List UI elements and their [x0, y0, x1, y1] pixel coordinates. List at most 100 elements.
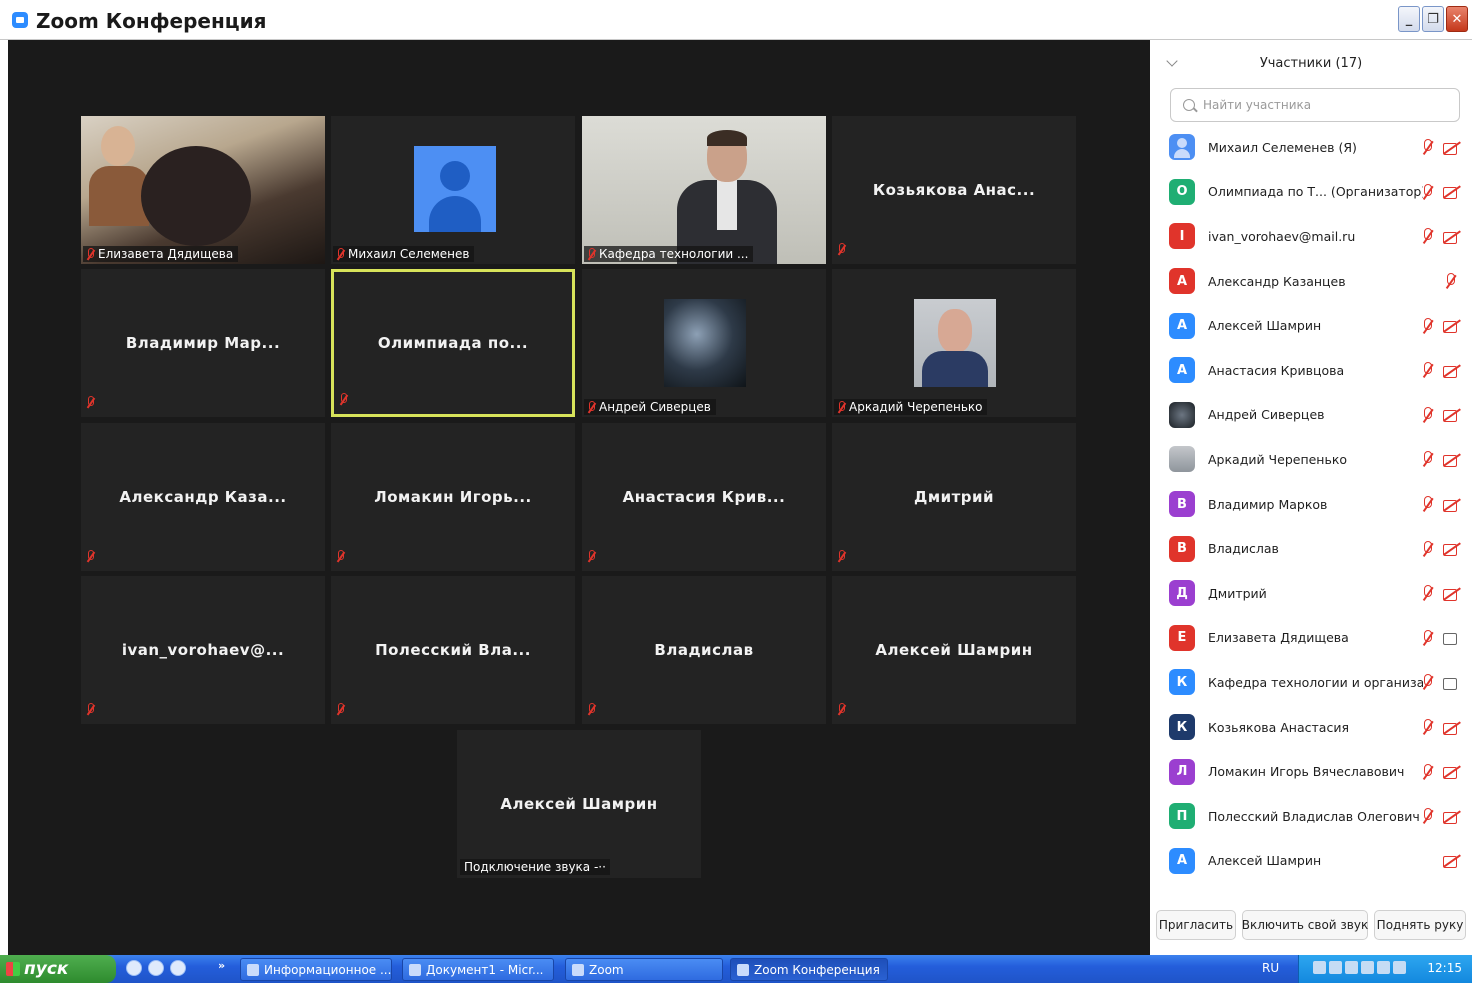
participant-row[interactable]: Д Дмитрий [1150, 571, 1472, 616]
taskbar-window-button[interactable]: Zoom Конференция [730, 958, 888, 981]
muted-mic-icon[interactable] [1420, 139, 1434, 155]
muted-mic-icon[interactable] [1420, 451, 1434, 467]
video-tile[interactable]: Елизавета Дядищева [81, 116, 325, 264]
participant-row[interactable]: О Олимпиада по Т... (Организатор) [1150, 170, 1472, 215]
camera-off-icon[interactable] [1443, 498, 1461, 512]
camera-off-icon[interactable] [1443, 721, 1461, 735]
camera-off-icon[interactable] [1443, 542, 1461, 557]
participant-name: Владимир Марков [1208, 496, 1328, 512]
camera-off-icon[interactable] [1443, 319, 1461, 334]
camera-icon[interactable] [1443, 676, 1461, 690]
participant-row[interactable]: Iivan_vorohaev@mail.ru [1150, 214, 1472, 259]
participant-row[interactable]: К Козьякова Анастасия [1150, 705, 1472, 750]
muted-mic-icon[interactable] [1420, 674, 1434, 690]
muted-mic-icon[interactable] [1420, 496, 1434, 512]
zoom-tray-icon[interactable] [1313, 961, 1326, 974]
browser-icon[interactable] [126, 960, 142, 976]
video-tile[interactable]: Аркадий Черепенько [832, 269, 1076, 417]
camera-off-icon[interactable] [1443, 408, 1461, 423]
camera-off-icon[interactable] [1443, 854, 1461, 869]
muted-mic-icon[interactable] [1420, 629, 1434, 646]
participant-search[interactable] [1170, 88, 1460, 122]
participant-row[interactable]: А Александр Казанцев [1150, 259, 1472, 304]
video-tile[interactable]: Кафедра технологии ... [582, 116, 826, 264]
video-tile[interactable]: Полесский Вла... [331, 576, 575, 724]
participant-row[interactable]: Андрей Сиверцев [1150, 393, 1472, 438]
muted-mic-icon[interactable] [1420, 719, 1434, 735]
close-button[interactable]: ✕ [1446, 6, 1468, 32]
camera-off-icon[interactable] [1443, 453, 1461, 467]
participant-name: Кафедра технологии и организа... [1208, 674, 1423, 690]
participant-row[interactable]: Михаил Селеменев (Я) [1150, 125, 1472, 170]
video-tile[interactable]: Анастасия Крив... [582, 423, 826, 571]
default-avatar-icon [414, 146, 496, 232]
video-tile[interactable]: Дмитрий [832, 423, 1076, 571]
participant-row[interactable]: Л Ломакин Игорь Вячеславович [1150, 749, 1472, 794]
camera-off-icon[interactable] [1443, 587, 1461, 601]
camera-off-icon[interactable] [1443, 230, 1461, 244]
muted-mic-icon[interactable] [1443, 273, 1457, 289]
camera-off-icon[interactable] [1443, 364, 1461, 378]
antivirus-icon[interactable] [1361, 961, 1374, 974]
video-tile[interactable]: Олимпиада по... [331, 269, 575, 417]
camera-icon[interactable] [1443, 631, 1461, 646]
muted-mic-icon[interactable] [1420, 585, 1434, 601]
search-input[interactable] [1201, 97, 1441, 113]
window-icon [572, 963, 584, 976]
raise-hand-button[interactable]: Поднять руку [1374, 910, 1466, 940]
video-tile[interactable]: Владислав [582, 576, 826, 724]
invite-button[interactable]: Пригласить [1156, 910, 1236, 940]
quick-launch-chevron[interactable]: » [218, 959, 225, 972]
tray-icons [1313, 961, 1406, 974]
media-icon[interactable] [148, 960, 164, 976]
participant-row[interactable]: В Владимир Марков [1150, 482, 1472, 527]
taskbar-window-button[interactable]: Zoom [565, 958, 723, 981]
language-indicator[interactable]: RU [1262, 961, 1279, 975]
participant-row[interactable]: Аркадий Черепенько [1150, 437, 1472, 482]
video-tile[interactable]: Андрей Сиверцев [582, 269, 826, 417]
participant-row[interactable]: П Полесский Владислав Олегович [1150, 794, 1472, 839]
muted-mic-icon[interactable] [1420, 540, 1434, 557]
taskbar-window-button[interactable]: Документ1 - Micr... [402, 958, 554, 981]
video-tile[interactable]: Михаил Селеменев [331, 116, 575, 264]
video-tile[interactable]: Ломакин Игорь... [331, 423, 575, 571]
participant-row[interactable]: А Алексей Шамрин [1150, 839, 1472, 884]
muted-mic-icon[interactable] [1420, 406, 1434, 423]
muted-mic-icon[interactable] [1420, 228, 1434, 244]
update-icon[interactable] [1393, 961, 1406, 974]
chrome-icon[interactable] [170, 960, 186, 976]
tile-name: ivan_vorohaev@... [121, 641, 285, 659]
tile-name: Александр Каза... [119, 488, 287, 506]
camera-off-icon[interactable] [1443, 765, 1461, 780]
video-tile[interactable]: Алексей Шамрин Подключение звука -·· [457, 730, 701, 878]
video-tile[interactable]: ivan_vorohaev@... [81, 576, 325, 724]
muted-mic-icon[interactable] [1420, 317, 1434, 334]
muted-mic-icon [586, 548, 596, 567]
tile-name-label: Елизавета Дядищева [83, 246, 239, 262]
participant-row[interactable]: А Анастасия Кривцова [1150, 348, 1472, 393]
camera-off-icon[interactable] [1443, 810, 1461, 824]
video-tile[interactable]: Козьякова Анас... [832, 116, 1076, 264]
start-label: пуск [24, 959, 69, 979]
volume-icon[interactable] [1345, 961, 1358, 974]
muted-mic-icon[interactable] [1420, 763, 1434, 780]
network-icon[interactable] [1329, 961, 1342, 974]
participant-row[interactable]: В Владислав [1150, 526, 1472, 571]
start-button[interactable]: пуск [0, 955, 116, 983]
video-tile[interactable]: Александр Каза... [81, 423, 325, 571]
taskbar-window-button[interactable]: Информационное ... [240, 958, 392, 981]
security-icon[interactable] [1377, 961, 1390, 974]
muted-mic-icon[interactable] [1420, 362, 1434, 378]
muted-mic-icon[interactable] [1420, 808, 1434, 824]
participant-row[interactable]: К Кафедра технологии и организа... [1150, 660, 1472, 705]
camera-off-icon[interactable] [1443, 185, 1461, 200]
video-tile[interactable]: Владимир Мар... [81, 269, 325, 417]
unmute-self-button[interactable]: Включить свой звук [1242, 910, 1368, 940]
participant-row[interactable]: А Алексей Шамрин [1150, 303, 1472, 348]
participant-row[interactable]: Е Елизавета Дядищева [1150, 616, 1472, 661]
video-tile[interactable]: Алексей Шамрин [832, 576, 1076, 724]
maximize-button[interactable]: ❐ [1422, 6, 1444, 32]
minimize-button[interactable]: _ [1398, 6, 1420, 32]
camera-off-icon[interactable] [1443, 141, 1461, 155]
muted-mic-icon[interactable] [1420, 183, 1434, 200]
